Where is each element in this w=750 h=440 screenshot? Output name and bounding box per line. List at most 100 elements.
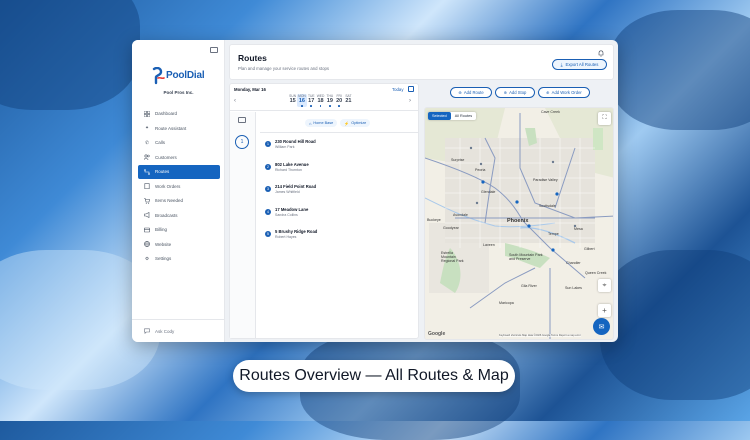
list-item[interactable]: 5 5 Brushy Ridge Road Robert Hayes	[260, 223, 418, 246]
fullscreen-icon[interactable]: ⛶	[598, 112, 611, 125]
bolt-icon: ⚡	[344, 120, 350, 126]
chevron-left-icon[interactable]: ‹	[234, 98, 236, 104]
plus-icon: ⊕	[503, 90, 508, 95]
background-shape	[600, 250, 750, 400]
technician-avatar[interactable]: 1	[235, 135, 249, 149]
map-label-laveen: Laveen	[483, 243, 495, 247]
date-navigator: Monday, Mar 16 Today ‹ › SUN 15 MON 16 TUE…	[230, 84, 418, 111]
stops-panel: ⌂ Home Base ⚡ Optimize 1 230 Round Hill Roa…	[260, 112, 418, 338]
day-thu[interactable]: THU 19	[325, 94, 334, 107]
page-title: Routes	[238, 53, 267, 63]
day-number: 21	[345, 98, 352, 104]
chat-icon: ✉	[598, 323, 605, 331]
bell-icon[interactable]	[598, 50, 604, 57]
day-mon[interactable]: MON 16	[297, 94, 307, 107]
map-label-gila-river: Gila River	[521, 284, 537, 288]
sidebar-item-label: Broadcasts	[155, 212, 178, 218]
stop-address: 17 Meadow Lane	[275, 206, 309, 212]
day-tue[interactable]: TUE 17	[307, 94, 316, 107]
map-attribution[interactable]: Keyboard shortcuts Map data ©2026 Google…	[499, 334, 581, 337]
sidebar-item-label: Settings	[155, 256, 172, 262]
sidebar-item-work-orders[interactable]: Work Orders	[138, 180, 220, 194]
map-label-goodyear: Goodyear	[443, 226, 459, 230]
sidebar-item-label: Items Needed	[155, 198, 184, 204]
stop-number: 4	[265, 208, 271, 215]
day-fri[interactable]: FRI 20	[334, 94, 343, 107]
list-item[interactable]: 3 214 Field Point Road James Whitfield	[260, 178, 418, 201]
add-route-button[interactable]: ⊕ Add Route	[450, 87, 492, 98]
add-work-order-button[interactable]: ⊕ Add Work Order	[538, 87, 590, 98]
export-label: Export All Routes	[565, 62, 599, 67]
sidebar-item-customers[interactable]: Customers	[138, 151, 220, 165]
plus-icon: ⊕	[546, 90, 550, 95]
sidebar-item-dashboard[interactable]: Dashboard	[138, 107, 220, 121]
recenter-icon[interactable]: ⌖	[598, 279, 611, 292]
optimize-button[interactable]: ⚡ Optimize	[340, 119, 371, 127]
clipboard-icon	[144, 183, 150, 190]
sidebar-item-label: Route Assistant	[155, 125, 187, 131]
sidebar-item-label: Calls	[155, 140, 166, 146]
home-base-button[interactable]: ⌂ Home Base	[305, 119, 338, 127]
map-canvas	[425, 108, 613, 339]
map-label-avondale: Avondale	[453, 213, 468, 217]
toggle-selected[interactable]: Selected	[428, 112, 451, 120]
map-label-mesa: Mesa	[574, 227, 583, 231]
sidebar-collapse-icon[interactable]	[210, 47, 218, 53]
logo: PoolDial	[152, 67, 212, 87]
sidebar-item-routes[interactable]: Routes	[138, 165, 220, 179]
map-label-paradise-valley: Paradise Valley	[533, 178, 558, 182]
home-base-label: Home Base	[313, 121, 334, 125]
stop-number: 2	[265, 163, 271, 170]
calendar-icon[interactable]	[408, 86, 414, 92]
chat-button[interactable]: ✉	[593, 318, 610, 335]
sidebar-item-billing[interactable]: Billing	[138, 223, 220, 237]
today-button[interactable]: Today	[392, 87, 403, 92]
map-label-peoria: Peoria	[475, 168, 486, 172]
selected-date: Monday, Mar 16	[234, 87, 266, 92]
day-wed[interactable]: WED 18	[316, 94, 325, 107]
sidebar-item-broadcasts[interactable]: Broadcasts	[138, 209, 220, 223]
sidebar-nav: Dashboard ✦ Route Assistant ✆ Calls Custom…	[138, 107, 220, 267]
list-item[interactable]: 1 230 Round Hill Road William Park	[260, 133, 418, 156]
map-label-tempe: Tempe	[548, 232, 559, 236]
list-item[interactable]: 4 17 Meadow Lane Sandra Collins	[260, 201, 418, 224]
sidebar-item-label: Routes	[155, 169, 170, 175]
toggle-all-routes[interactable]: All Routes	[451, 112, 476, 120]
technician-column: 1	[230, 112, 256, 338]
map-label-estrella: Estrella Mountain Regional Park	[441, 251, 464, 263]
stop-number: 5	[265, 231, 271, 238]
google-logo: Google	[428, 331, 446, 337]
pooldial-logo-icon	[152, 67, 165, 85]
day-number: 19	[326, 98, 333, 104]
export-all-routes-button[interactable]: ⤓ Export All Routes	[552, 59, 607, 70]
day-sat[interactable]: SAT 21	[344, 94, 353, 107]
background-shape	[610, 10, 750, 130]
sidebar-item-website[interactable]: Website	[138, 238, 220, 252]
sidebar-item-route-assistant[interactable]: ✦ Route Assistant	[138, 122, 220, 136]
sidebar-item-label: Website	[155, 241, 172, 247]
ask-cody-label: Ask Cody	[155, 328, 175, 334]
map-label-gilbert: Gilbert	[584, 247, 595, 251]
map-label-buckeye: Buckeye	[427, 218, 441, 222]
stop-customer: James Whitfield	[275, 190, 300, 195]
stop-number: 1	[265, 141, 271, 148]
zoom-in-button[interactable]: +	[598, 304, 611, 317]
panel-toggle-icon[interactable]	[238, 117, 246, 123]
stop-number: 3	[265, 186, 271, 193]
add-stop-button[interactable]: ⊕ Add Stop	[495, 87, 535, 98]
sidebar-item-items-needed[interactable]: Items Needed	[138, 194, 220, 208]
route-map[interactable]: Phoenix Glendale Scottsdale Tempe Mesa G…	[424, 107, 614, 340]
day-sun[interactable]: SUN 15	[288, 94, 297, 107]
optimize-label: Optimize	[351, 121, 367, 125]
route-dot	[310, 105, 312, 107]
ask-cody-button[interactable]: Ask Cody	[132, 319, 225, 342]
chevron-right-icon[interactable]: ›	[409, 98, 411, 104]
home-icon: ⌂	[309, 120, 312, 126]
route-view-toggle: Selected All Routes	[428, 112, 477, 120]
list-item[interactable]: 2 802 Lake Avenue Richard Thornton	[260, 156, 418, 179]
sidebar-item-calls[interactable]: ✆ Calls	[138, 136, 220, 150]
route-controls: ⌂ Home Base ⚡ Optimize	[305, 119, 371, 127]
map-label-south-mountain: South Mountain Park and Preserve	[509, 253, 543, 261]
sidebar-item-settings[interactable]: ⚙ Settings	[138, 252, 220, 266]
globe-icon	[144, 241, 150, 248]
